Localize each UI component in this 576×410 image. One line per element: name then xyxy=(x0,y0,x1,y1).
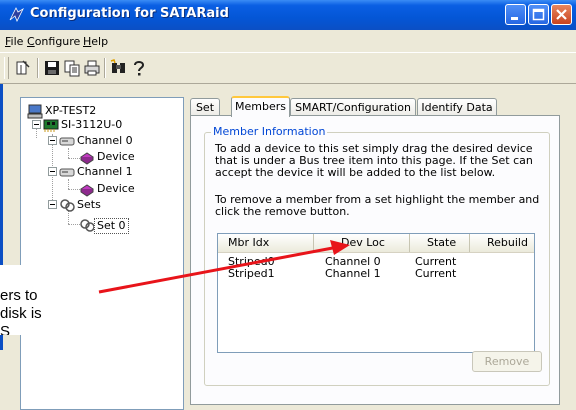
maximize-icon xyxy=(532,8,545,21)
collapse-toggle[interactable] xyxy=(48,200,57,209)
collapse-toggle[interactable] xyxy=(32,120,41,129)
tab-identify-data[interactable]: Identify Data xyxy=(417,98,497,116)
tree-label: Channel 0 xyxy=(77,134,133,147)
set-icon xyxy=(79,217,95,233)
tree-label: Device xyxy=(97,150,135,163)
annotation-callout: ers to disk is S xyxy=(0,265,98,335)
tab-members[interactable]: Members xyxy=(231,96,290,117)
group-title: Member Information xyxy=(211,125,328,138)
window-edge xyxy=(0,350,13,410)
find-icon[interactable] xyxy=(110,59,128,77)
app-icon xyxy=(7,5,25,26)
tree-label: Channel 1 xyxy=(77,165,133,178)
annotation-line: disk is xyxy=(0,305,42,322)
tab-set[interactable]: Set xyxy=(190,98,220,116)
tree-label: Sets xyxy=(77,198,101,211)
tree-label: SI-3112U-0 xyxy=(61,118,123,131)
device-icon xyxy=(79,181,95,197)
tree-label: XP-TEST2 xyxy=(45,104,97,117)
device-tree[interactable]: XP-TEST2 SI-3112U-0 Channel 0 Device Cha… xyxy=(20,97,184,410)
save-icon[interactable] xyxy=(43,59,61,77)
window-title: Configuration for SATARaid xyxy=(30,6,229,21)
device-icon xyxy=(79,149,95,165)
collapse-toggle[interactable] xyxy=(48,167,57,176)
app-window: Configuration for SATARaid File Configur… xyxy=(0,0,576,410)
column-header[interactable]: Rebuild xyxy=(470,234,534,252)
tree-label: Set 0 xyxy=(94,218,129,234)
drive-icon xyxy=(59,164,75,180)
collapse-toggle[interactable] xyxy=(48,136,57,145)
menu-file[interactable]: File xyxy=(5,35,23,48)
members-list[interactable]: Mbr Idx Dev Loc State Rebuild Striped0 C… xyxy=(217,233,535,353)
tree-line xyxy=(68,179,69,189)
column-header[interactable]: Dev Loc xyxy=(314,234,410,252)
member-information-group: Member Information To add a device to th… xyxy=(204,125,550,386)
print-icon[interactable] xyxy=(83,59,101,77)
title-bar[interactable]: Configuration for SATARaid xyxy=(0,0,576,30)
cell-state: Current xyxy=(415,267,457,280)
tab-smart-configuration[interactable]: SMART/Configuration xyxy=(290,98,416,116)
toolbar-separator xyxy=(104,58,106,78)
toolbar-grip[interactable] xyxy=(4,57,9,79)
computer-icon xyxy=(27,103,43,119)
toolbar xyxy=(0,52,576,84)
help-icon[interactable] xyxy=(130,59,148,77)
menu-configure[interactable]: Configure xyxy=(27,35,80,48)
cell-dev-loc: Channel 1 xyxy=(325,267,381,280)
menu-help[interactable]: Help xyxy=(83,35,108,48)
column-header[interactable]: Mbr Idx xyxy=(218,234,314,252)
menu-bar: File Configure Help xyxy=(0,30,576,52)
members-panel: Member Information To add a device to th… xyxy=(190,115,560,405)
column-header[interactable]: State xyxy=(410,234,470,252)
cell-member: Striped1 xyxy=(228,267,275,280)
annotation-line: S xyxy=(0,323,11,335)
toolbar-separator xyxy=(37,58,39,78)
exit-icon[interactable] xyxy=(14,59,32,77)
table-row[interactable]: Striped1 Channel 1 Current xyxy=(218,268,534,280)
add-instructions: To add a device to this set simply drag … xyxy=(215,142,533,179)
maximize-button[interactable] xyxy=(528,4,549,25)
close-icon xyxy=(556,9,567,20)
close-button[interactable] xyxy=(551,4,572,25)
tree-label: Device xyxy=(97,182,135,195)
sets-icon xyxy=(59,197,75,213)
minimize-icon xyxy=(511,17,518,20)
remove-instructions: To remove a member from a set highlight … xyxy=(215,193,540,218)
tree-line xyxy=(68,148,69,158)
drive-icon xyxy=(59,133,75,149)
copy-icon[interactable] xyxy=(63,59,81,77)
minimize-button[interactable] xyxy=(505,4,526,25)
remove-button[interactable]: Remove xyxy=(472,351,542,372)
list-header: Mbr Idx Dev Loc State Rebuild xyxy=(218,234,534,253)
controller-card-icon xyxy=(43,117,59,133)
annotation-line: ers to xyxy=(0,287,38,304)
